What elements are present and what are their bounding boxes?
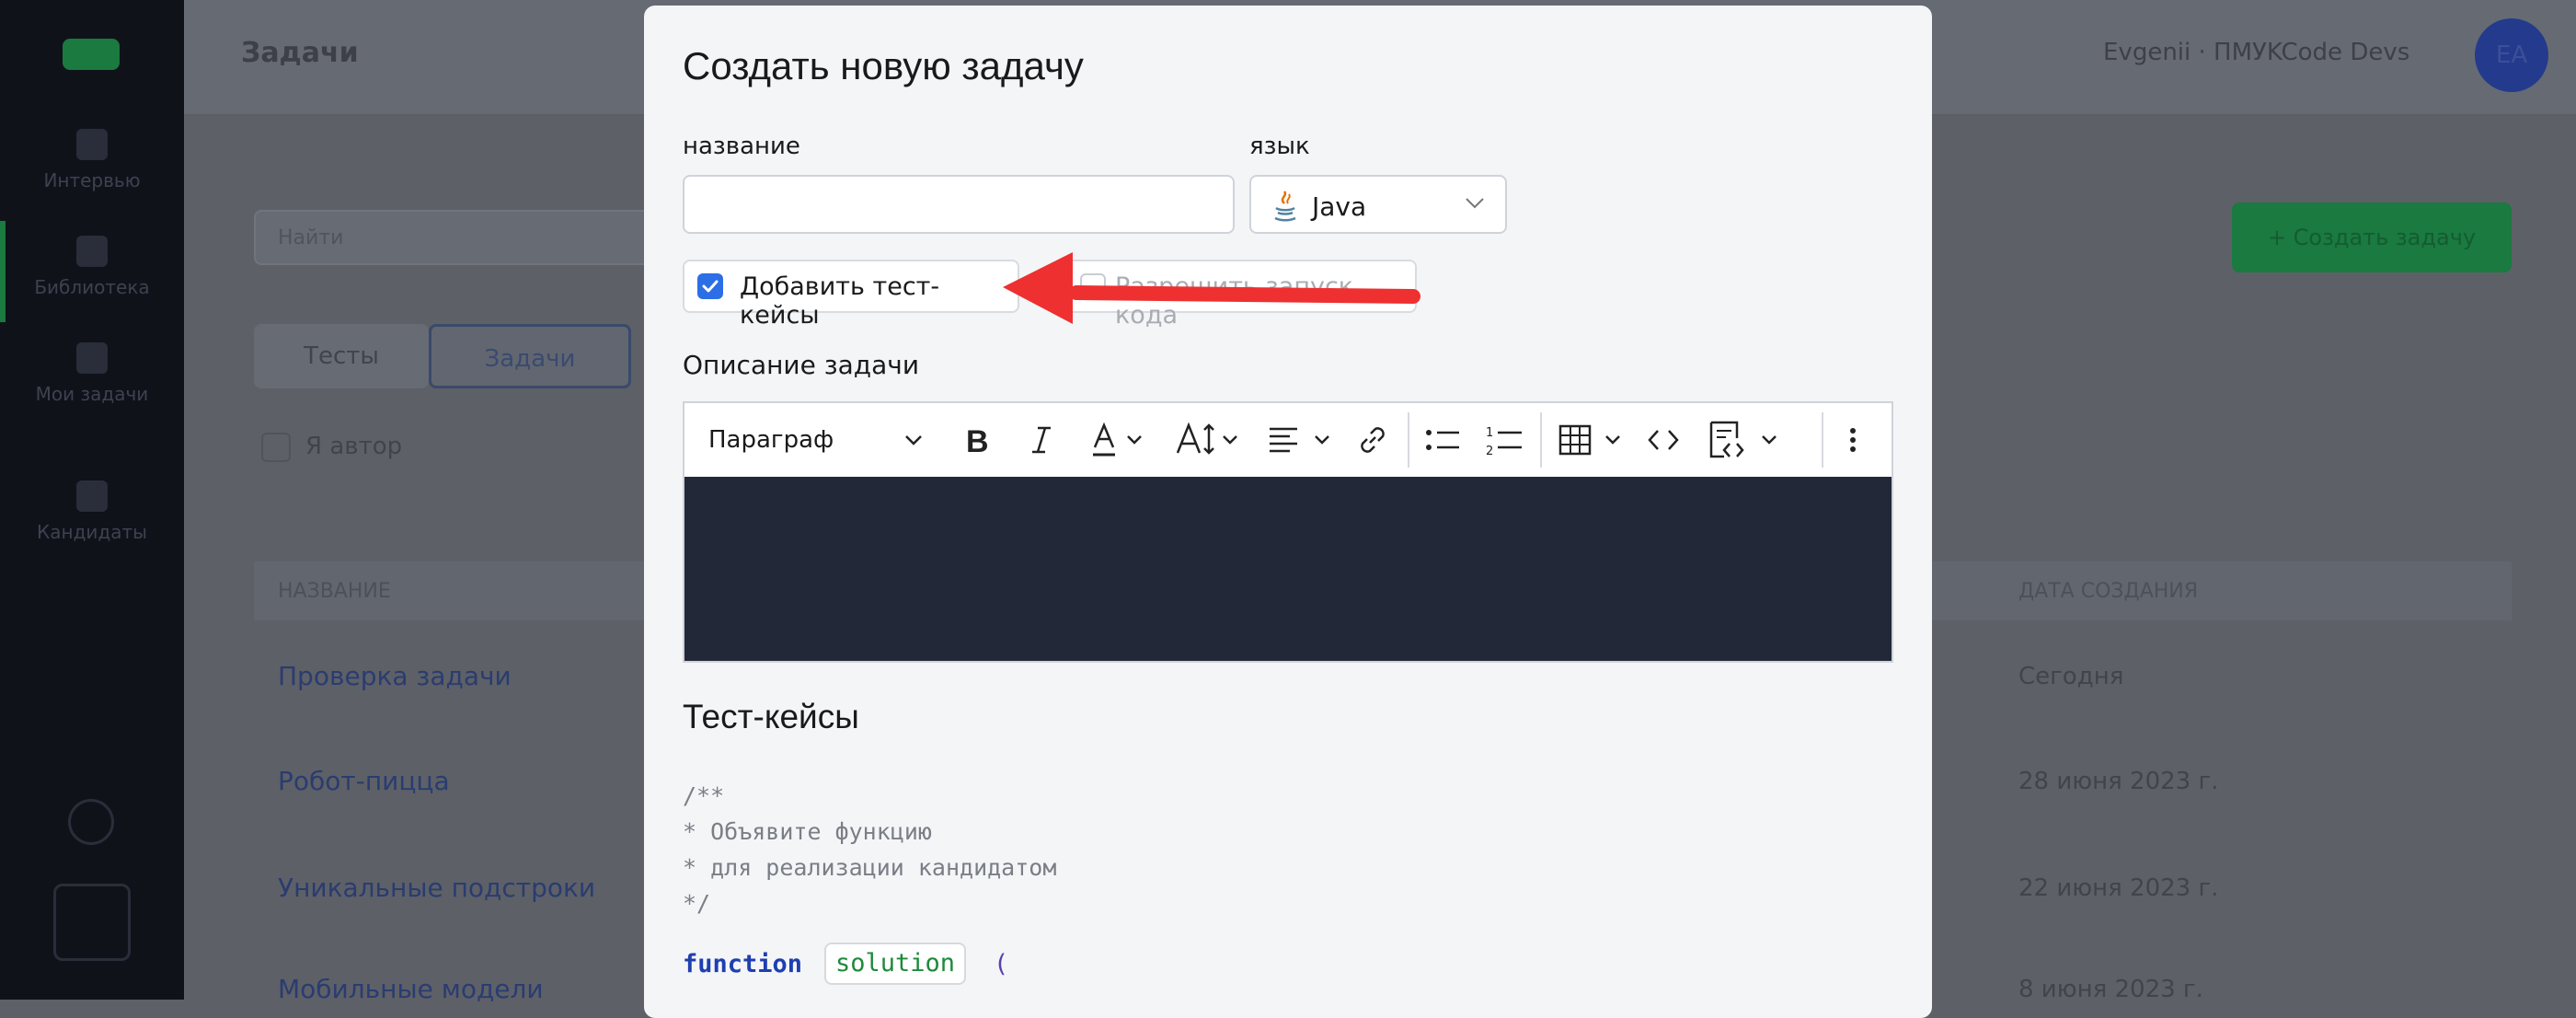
chevron-down-icon [1466, 198, 1484, 209]
create-task-modal: Создать новую задачу название язык Java … [644, 6, 1932, 1018]
toolbar-divider [1822, 412, 1823, 468]
code-inline-button[interactable] [1645, 420, 1682, 460]
font-size-button[interactable] [1176, 420, 1244, 460]
code-comment-line: /** [683, 782, 725, 809]
paragraph-style-value: Параграф [708, 426, 834, 454]
language-label: язык [1249, 133, 1310, 160]
chevron-down-icon [905, 435, 923, 445]
table-row-link[interactable]: Мобильные модели [278, 974, 544, 1004]
name-label: название [683, 133, 800, 160]
table-row-link[interactable]: Уникальные подстроки [278, 873, 595, 903]
task-name-input[interactable] [683, 175, 1235, 234]
add-testcases-checkbox[interactable]: Добавить тест-кейсы [683, 260, 1019, 330]
modal-title: Создать новую задачу [683, 44, 1084, 87]
breadcrumb[interactable]: Задачи [241, 37, 359, 69]
align-left-icon [1270, 427, 1329, 453]
italic-icon [1032, 426, 1051, 454]
only-mine-label: Я автор [305, 433, 403, 460]
only-mine-checkbox[interactable] [261, 433, 291, 462]
java-icon [1274, 191, 1296, 222]
sidebar-item-my-tasks[interactable]: Мои задачи [0, 342, 184, 405]
add-testcases-label: Добавить тест-кейсы [740, 272, 940, 330]
bullet-list-button[interactable] [1424, 420, 1461, 460]
user-name: Evgenii · ПМУKCode Devs [2103, 39, 2410, 66]
toolbar-divider [1408, 412, 1409, 468]
link-button[interactable] [1354, 420, 1391, 460]
svg-text:B: B [966, 424, 989, 456]
table-icon [1558, 424, 1620, 456]
create-task-button[interactable]: + Создать задачу [2232, 202, 2512, 272]
description-label: Описание задачи [683, 350, 920, 380]
checkbox-unchecked[interactable] [1080, 273, 1106, 299]
settings-icon[interactable] [53, 884, 131, 961]
code-comment-line: * для реализации кандидатом [683, 854, 1057, 881]
svg-text:1: 1 [1486, 426, 1493, 440]
language-value: Java [1312, 191, 1367, 222]
column-header-name: НАЗВАНИЕ [278, 580, 391, 603]
italic-button[interactable] [1029, 420, 1054, 460]
code-keyword: function [683, 950, 803, 978]
toolbar-divider [1540, 412, 1542, 468]
candidates-icon [76, 480, 108, 512]
tab-tests[interactable]: Тесты [254, 324, 429, 388]
check-icon [702, 280, 719, 293]
editor-content-area[interactable] [684, 477, 1892, 661]
code-comment-line: */ [683, 890, 711, 917]
table-row-link[interactable]: Робот-пицца [278, 766, 450, 796]
svg-text:2: 2 [1486, 445, 1493, 458]
checkbox-checked[interactable] [697, 273, 723, 299]
column-header-date: ДАТА СОЗДАНИЯ [2018, 580, 2199, 603]
editor-toolbar: Параграф B 1 2 [684, 403, 1892, 479]
testcases-title: Тест-кейсы [683, 698, 859, 735]
paragraph-style-dropdown[interactable]: Параграф [708, 420, 924, 460]
align-button[interactable] [1268, 420, 1336, 460]
code-block-button[interactable] [1708, 420, 1785, 460]
sidebar-item-interviews[interactable]: Интервью [0, 129, 184, 191]
library-icon [76, 236, 108, 267]
code-paren: ( [994, 950, 1009, 978]
bullet-list-icon [1426, 430, 1459, 450]
bold-icon: B [966, 424, 989, 456]
table-row-link[interactable]: Проверка задачи [278, 661, 512, 691]
numbered-list-icon: 1 2 [1486, 426, 1522, 458]
interview-icon [76, 129, 108, 160]
search-input[interactable]: Найти [254, 210, 659, 265]
code-block-icon [1709, 421, 1777, 458]
font-color-icon [1093, 422, 1142, 457]
function-name-input[interactable]: solution [824, 943, 967, 985]
table-row-date: 28 июня 2023 г. [2018, 768, 2219, 795]
app-logo [63, 39, 120, 70]
sidebar-item-candidates[interactable]: Кандидаты [0, 480, 184, 543]
allow-run-checkbox[interactable]: Разрешить запуск кода [1065, 260, 1417, 330]
help-icon[interactable] [68, 799, 114, 845]
more-vertical-icon [1850, 428, 1856, 452]
language-select[interactable]: Java [1249, 175, 1507, 234]
description-editor: Параграф B 1 2 [683, 401, 1893, 663]
table-row-date: Сегодня [2018, 663, 2124, 690]
code-comment-line: * Объявите функцию [683, 818, 932, 845]
table-button[interactable] [1558, 420, 1627, 460]
tasks-icon [76, 342, 108, 374]
sidebar: Интервью Библиотека Мои задачи Кандидаты [0, 0, 184, 1000]
sidebar-item-library[interactable]: Библиотека [0, 236, 184, 298]
bold-button[interactable]: B [964, 420, 994, 460]
numbered-list-button[interactable]: 1 2 [1485, 420, 1524, 460]
table-row-date: 22 июня 2023 г. [2018, 874, 2219, 902]
tab-tasks[interactable]: Задачи [429, 324, 631, 388]
font-size-icon [1176, 422, 1237, 455]
link-icon [1361, 427, 1385, 453]
code-icon [1648, 430, 1679, 450]
font-color-button[interactable] [1089, 420, 1148, 460]
allow-run-label: Разрешить запуск кода [1115, 272, 1354, 330]
more-options-button[interactable] [1846, 420, 1860, 460]
avatar[interactable]: ЕА [2475, 18, 2548, 92]
